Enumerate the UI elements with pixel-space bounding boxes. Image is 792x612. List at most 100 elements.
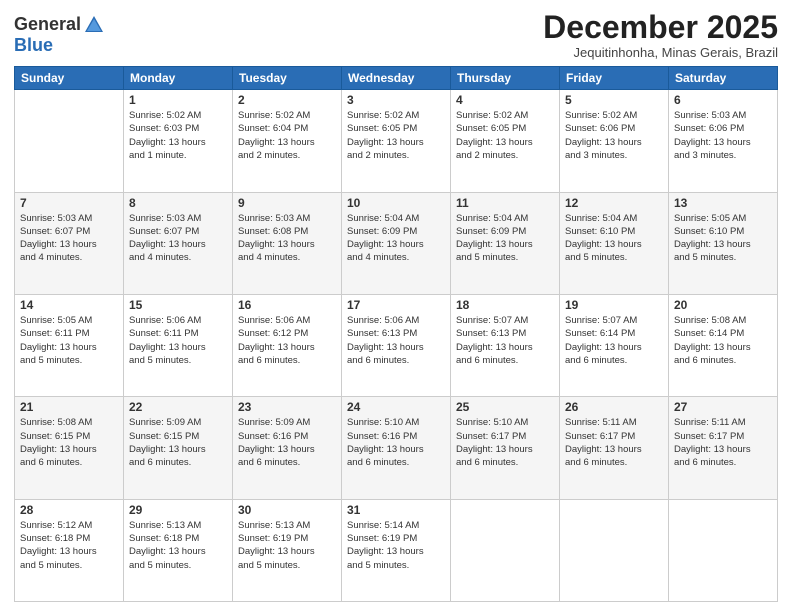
calendar-week-3: 14Sunrise: 5:05 AM Sunset: 6:11 PM Dayli…: [15, 294, 778, 396]
calendar-cell: 16Sunrise: 5:06 AM Sunset: 6:12 PM Dayli…: [233, 294, 342, 396]
day-number: 6: [674, 93, 772, 107]
day-info: Sunrise: 5:04 AM Sunset: 6:10 PM Dayligh…: [565, 212, 663, 265]
calendar-cell: 31Sunrise: 5:14 AM Sunset: 6:19 PM Dayli…: [342, 499, 451, 601]
calendar-cell: [15, 90, 124, 192]
calendar-cell: 2Sunrise: 5:02 AM Sunset: 6:04 PM Daylig…: [233, 90, 342, 192]
day-info: Sunrise: 5:03 AM Sunset: 6:07 PM Dayligh…: [129, 212, 227, 265]
calendar-table: Sunday Monday Tuesday Wednesday Thursday…: [14, 66, 778, 602]
day-info: Sunrise: 5:08 AM Sunset: 6:15 PM Dayligh…: [20, 416, 118, 469]
day-number: 17: [347, 298, 445, 312]
day-number: 20: [674, 298, 772, 312]
day-info: Sunrise: 5:03 AM Sunset: 6:08 PM Dayligh…: [238, 212, 336, 265]
col-tuesday: Tuesday: [233, 67, 342, 90]
day-number: 21: [20, 400, 118, 414]
day-info: Sunrise: 5:13 AM Sunset: 6:19 PM Dayligh…: [238, 519, 336, 572]
day-info: Sunrise: 5:09 AM Sunset: 6:16 PM Dayligh…: [238, 416, 336, 469]
day-info: Sunrise: 5:05 AM Sunset: 6:10 PM Dayligh…: [674, 212, 772, 265]
day-number: 13: [674, 196, 772, 210]
day-info: Sunrise: 5:10 AM Sunset: 6:17 PM Dayligh…: [456, 416, 554, 469]
calendar-cell: 29Sunrise: 5:13 AM Sunset: 6:18 PM Dayli…: [124, 499, 233, 601]
month-title: December 2025: [543, 10, 778, 45]
day-info: Sunrise: 5:02 AM Sunset: 6:06 PM Dayligh…: [565, 109, 663, 162]
day-number: 27: [674, 400, 772, 414]
calendar-cell: 11 Sunrise: 5:04 AM Sunset: 6:09 PM Dayli…: [451, 192, 560, 294]
logo-icon: [83, 14, 105, 36]
calendar-cell: 4 Sunrise: 5:02 AM Sunset: 6:05 PM Daylig…: [451, 90, 560, 192]
calendar-cell: 26 Sunrise: 5:11 AM Sunset: 6:17 PM Dayli…: [560, 397, 669, 499]
calendar-header-row: Sunday Monday Tuesday Wednesday Thursday…: [15, 67, 778, 90]
calendar-cell: 9 Sunrise: 5:03 AM Sunset: 6:08 PM Daylig…: [233, 192, 342, 294]
day-info: Sunrise: 5:10 AM Sunset: 6:16 PM Dayligh…: [347, 416, 445, 469]
calendar-cell: 23 Sunrise: 5:09 AM Sunset: 6:16 PM Dayli…: [233, 397, 342, 499]
calendar-cell: 18 Sunrise: 5:07 AM Sunset: 6:13 PM Dayli…: [451, 294, 560, 396]
calendar-cell: 19Sunrise: 5:07 AM Sunset: 6:14 PM Dayli…: [560, 294, 669, 396]
day-number: 18: [456, 298, 554, 312]
day-number: 28: [20, 503, 118, 517]
calendar-cell: 17 Sunrise: 5:06 AM Sunset: 6:13 PM Dayli…: [342, 294, 451, 396]
calendar-cell: 27 Sunrise: 5:11 AM Sunset: 6:17 PM Dayli…: [669, 397, 778, 499]
day-number: 15: [129, 298, 227, 312]
calendar-cell: 22 Sunrise: 5:09 AM Sunset: 6:15 PM Dayli…: [124, 397, 233, 499]
day-info: Sunrise: 5:04 AM Sunset: 6:09 PM Dayligh…: [456, 212, 554, 265]
calendar-cell: 1 Sunrise: 5:02 AM Sunset: 6:03 PM Daylig…: [124, 90, 233, 192]
logo: General Blue: [14, 14, 105, 56]
logo-general: General: [14, 15, 81, 35]
calendar-cell: [451, 499, 560, 601]
day-number: 1: [129, 93, 227, 107]
calendar-cell: 21 Sunrise: 5:08 AM Sunset: 6:15 PM Dayli…: [15, 397, 124, 499]
day-number: 29: [129, 503, 227, 517]
day-number: 25: [456, 400, 554, 414]
day-info: Sunrise: 5:06 AM Sunset: 6:13 PM Dayligh…: [347, 314, 445, 367]
calendar-cell: [669, 499, 778, 601]
day-number: 12: [565, 196, 663, 210]
day-info: Sunrise: 5:04 AM Sunset: 6:09 PM Dayligh…: [347, 212, 445, 265]
day-number: 22: [129, 400, 227, 414]
col-wednesday: Wednesday: [342, 67, 451, 90]
day-number: 30: [238, 503, 336, 517]
calendar-cell: 5 Sunrise: 5:02 AM Sunset: 6:06 PM Daylig…: [560, 90, 669, 192]
day-info: Sunrise: 5:06 AM Sunset: 6:11 PM Dayligh…: [129, 314, 227, 367]
calendar-week-2: 7 Sunrise: 5:03 AM Sunset: 6:07 PM Daylig…: [15, 192, 778, 294]
title-block: December 2025 Jequitinhonha, Minas Gerai…: [543, 10, 778, 60]
calendar-cell: 3Sunrise: 5:02 AM Sunset: 6:05 PM Daylig…: [342, 90, 451, 192]
col-thursday: Thursday: [451, 67, 560, 90]
day-info: Sunrise: 5:07 AM Sunset: 6:13 PM Dayligh…: [456, 314, 554, 367]
calendar-cell: 10 Sunrise: 5:04 AM Sunset: 6:09 PM Dayli…: [342, 192, 451, 294]
calendar-cell: 24Sunrise: 5:10 AM Sunset: 6:16 PM Dayli…: [342, 397, 451, 499]
day-number: 4: [456, 93, 554, 107]
day-number: 5: [565, 93, 663, 107]
day-number: 8: [129, 196, 227, 210]
day-info: Sunrise: 5:11 AM Sunset: 6:17 PM Dayligh…: [674, 416, 772, 469]
calendar-week-4: 21 Sunrise: 5:08 AM Sunset: 6:15 PM Dayli…: [15, 397, 778, 499]
day-info: Sunrise: 5:03 AM Sunset: 6:07 PM Dayligh…: [20, 212, 118, 265]
calendar-cell: 30 Sunrise: 5:13 AM Sunset: 6:19 PM Dayli…: [233, 499, 342, 601]
calendar-week-5: 28Sunrise: 5:12 AM Sunset: 6:18 PM Dayli…: [15, 499, 778, 601]
page: General Blue December 2025 Jequitinhonha…: [0, 0, 792, 612]
header: General Blue December 2025 Jequitinhonha…: [14, 10, 778, 60]
day-info: Sunrise: 5:09 AM Sunset: 6:15 PM Dayligh…: [129, 416, 227, 469]
day-number: 7: [20, 196, 118, 210]
day-info: Sunrise: 5:11 AM Sunset: 6:17 PM Dayligh…: [565, 416, 663, 469]
col-friday: Friday: [560, 67, 669, 90]
day-info: Sunrise: 5:14 AM Sunset: 6:19 PM Dayligh…: [347, 519, 445, 572]
day-info: Sunrise: 5:03 AM Sunset: 6:06 PM Dayligh…: [674, 109, 772, 162]
day-number: 23: [238, 400, 336, 414]
col-saturday: Saturday: [669, 67, 778, 90]
day-info: Sunrise: 5:07 AM Sunset: 6:14 PM Dayligh…: [565, 314, 663, 367]
day-number: 11: [456, 196, 554, 210]
day-info: Sunrise: 5:02 AM Sunset: 6:04 PM Dayligh…: [238, 109, 336, 162]
day-info: Sunrise: 5:05 AM Sunset: 6:11 PM Dayligh…: [20, 314, 118, 367]
day-number: 9: [238, 196, 336, 210]
day-number: 10: [347, 196, 445, 210]
day-info: Sunrise: 5:08 AM Sunset: 6:14 PM Dayligh…: [674, 314, 772, 367]
day-info: Sunrise: 5:02 AM Sunset: 6:05 PM Dayligh…: [456, 109, 554, 162]
day-number: 26: [565, 400, 663, 414]
calendar-cell: 15 Sunrise: 5:06 AM Sunset: 6:11 PM Dayli…: [124, 294, 233, 396]
calendar-cell: 7 Sunrise: 5:03 AM Sunset: 6:07 PM Daylig…: [15, 192, 124, 294]
calendar-cell: 28Sunrise: 5:12 AM Sunset: 6:18 PM Dayli…: [15, 499, 124, 601]
calendar-cell: 20 Sunrise: 5:08 AM Sunset: 6:14 PM Dayli…: [669, 294, 778, 396]
col-monday: Monday: [124, 67, 233, 90]
day-number: 3: [347, 93, 445, 107]
day-info: Sunrise: 5:02 AM Sunset: 6:03 PM Dayligh…: [129, 109, 227, 162]
location-subtitle: Jequitinhonha, Minas Gerais, Brazil: [543, 45, 778, 60]
